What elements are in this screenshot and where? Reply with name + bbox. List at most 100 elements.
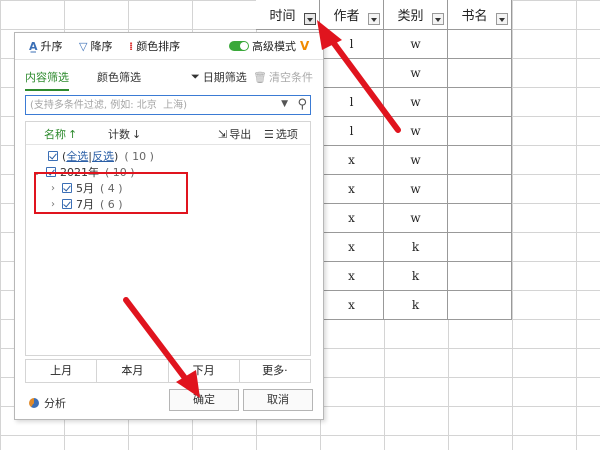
search-icon[interactable]: ⚲ [297, 97, 307, 112]
count-column-label: 计数 [108, 128, 130, 141]
list-icon: ☰ [264, 127, 274, 141]
author-cell[interactable]: l [320, 117, 384, 146]
ok-button[interactable]: 确定 [169, 389, 239, 411]
filter-search-input[interactable] [30, 97, 270, 113]
sort-descending-label: 降序 [90, 40, 113, 53]
date-filter-button[interactable]: ⏷ 日期筛选 [191, 69, 247, 85]
tab-color-filter[interactable]: 颜色筛选 [97, 69, 141, 89]
highlight-box [34, 172, 188, 214]
select-all-link[interactable]: 全选 [66, 148, 88, 164]
category-cell[interactable]: k [384, 291, 448, 320]
category-cell[interactable]: w [384, 204, 448, 233]
arrow-up-icon: ↑ [68, 127, 78, 141]
trash-icon: 🗑 [253, 70, 267, 84]
category-cell[interactable]: w [384, 117, 448, 146]
export-button[interactable]: ⇲ 导出 [218, 126, 251, 142]
sort-ascending-button[interactable]: A̲ 升序 [29, 38, 63, 54]
category-cell[interactable]: k [384, 233, 448, 262]
export-label: 导出 [229, 128, 252, 141]
sort-ascending-label: 升序 [40, 40, 63, 53]
author-cell[interactable]: x [320, 233, 384, 262]
title-cell[interactable] [448, 30, 512, 59]
chevron-down-icon[interactable]: ▼ [281, 99, 288, 109]
more-button[interactable]: 更多· [240, 360, 310, 382]
title-cell[interactable] [448, 146, 512, 175]
category-cell[interactable]: w [384, 30, 448, 59]
advanced-mode-toggle[interactable]: 高级模式 V [229, 38, 309, 54]
sort-descending-button[interactable]: ▽ 降序 [79, 38, 112, 54]
paren-close: ) [114, 149, 119, 163]
last-month-button[interactable]: 上月 [26, 360, 98, 382]
author-cell[interactable]: l [320, 30, 384, 59]
advanced-mode-label: 高级模式 [252, 40, 296, 53]
author-cell[interactable]: x [320, 262, 384, 291]
sort-by-count-button[interactable]: 计数 ↓ [108, 126, 141, 142]
category-cell[interactable]: w [384, 146, 448, 175]
filter-value-list: 名称 ↑ 计数 ↓ ⇲ 导出 ☰ 选项 ( 全选 | 反选 ) ( 10 ) ⌄… [25, 121, 311, 356]
invert-selection-link[interactable]: 反选 [92, 148, 114, 164]
author-cell[interactable]: l [320, 88, 384, 117]
title-cell[interactable] [448, 262, 512, 291]
category-cell[interactable]: w [384, 175, 448, 204]
header-author-label: 作者 [333, 9, 360, 24]
title-cell[interactable] [448, 204, 512, 233]
next-month-button[interactable]: 下月 [169, 360, 240, 382]
clear-conditions-button[interactable]: 🗑 清空条件 [253, 69, 313, 85]
tab-content-filter[interactable]: 内容筛选 [25, 69, 69, 91]
header-title-label: 书名 [461, 9, 488, 24]
header-time[interactable]: 时间 [256, 0, 320, 30]
sort-by-name-button[interactable]: 名称 ↑ [44, 126, 77, 142]
filter-panel: A̲ 升序 ▽ 降序 ⁞ 颜色排序 高级模式 V 内容筛选 颜色筛选 ⏷ 日期筛… [14, 32, 324, 420]
author-cell[interactable]: x [320, 291, 384, 320]
export-icon: ⇲ [218, 127, 228, 141]
vip-icon: V [300, 39, 310, 53]
name-column-label: 名称 [44, 128, 66, 141]
category-cell[interactable]: w [384, 88, 448, 117]
filter-dropdown-icon[interactable] [432, 13, 444, 25]
title-cell[interactable] [448, 117, 512, 146]
options-button[interactable]: ☰ 选项 [264, 126, 298, 142]
options-label: 选项 [275, 128, 298, 141]
title-cell[interactable] [448, 291, 512, 320]
filter-toolbar: A̲ 升序 ▽ 降序 ⁞ 颜色排序 高级模式 V [15, 33, 323, 60]
sort-desc-icon: ▽ [79, 39, 88, 53]
filter-search-box: ▼ ⚲ [25, 95, 311, 115]
author-cell[interactable]: x [320, 204, 384, 233]
header-category-label: 类别 [397, 9, 424, 24]
toggle-switch-icon [229, 41, 249, 51]
this-month-button[interactable]: 本月 [97, 360, 169, 382]
title-cell[interactable] [448, 175, 512, 204]
color-sort-button[interactable]: ⁞ 颜色排序 [129, 38, 180, 54]
filter-dropdown-icon[interactable] [496, 13, 508, 25]
checkbox-checked-icon[interactable] [48, 151, 58, 161]
author-cell[interactable]: x [320, 175, 384, 204]
color-sort-icon: ⁞ [129, 39, 134, 53]
color-sort-label: 颜色排序 [136, 40, 181, 53]
title-cell[interactable] [448, 88, 512, 117]
item-count: ( 10 ) [124, 149, 154, 163]
category-cell[interactable]: w [384, 59, 448, 88]
sort-asc-icon: A̲ [29, 39, 38, 53]
title-cell[interactable] [448, 59, 512, 88]
analyze-label: 分析 [44, 397, 66, 410]
title-cell[interactable] [448, 233, 512, 262]
filter-dropdown-icon[interactable] [368, 13, 380, 25]
pie-chart-icon [29, 398, 39, 408]
cancel-button[interactable]: 取消 [243, 389, 313, 411]
funnel-icon: ⏷ [191, 70, 200, 83]
clear-conditions-label: 清空条件 [268, 71, 313, 84]
header-time-label: 时间 [269, 9, 296, 24]
category-cell[interactable]: k [384, 262, 448, 291]
date-filter-label: 日期筛选 [202, 71, 247, 84]
analyze-button[interactable]: 分析 [29, 395, 66, 411]
author-cell[interactable]: x [320, 146, 384, 175]
header-title[interactable]: 书名 [448, 0, 512, 30]
filter-dropdown-icon[interactable] [304, 13, 316, 25]
arrow-down-icon: ↓ [132, 127, 142, 141]
author-cell[interactable] [320, 59, 384, 88]
list-header: 名称 ↑ 计数 ↓ ⇲ 导出 ☰ 选项 [26, 122, 310, 145]
list-item-select-all[interactable]: ( 全选 | 反选 ) ( 10 ) [48, 148, 154, 164]
date-quick-buttons: 上月 本月 下月 更多· [25, 359, 311, 383]
header-author[interactable]: 作者 [320, 0, 384, 30]
header-category[interactable]: 类别 [384, 0, 448, 30]
